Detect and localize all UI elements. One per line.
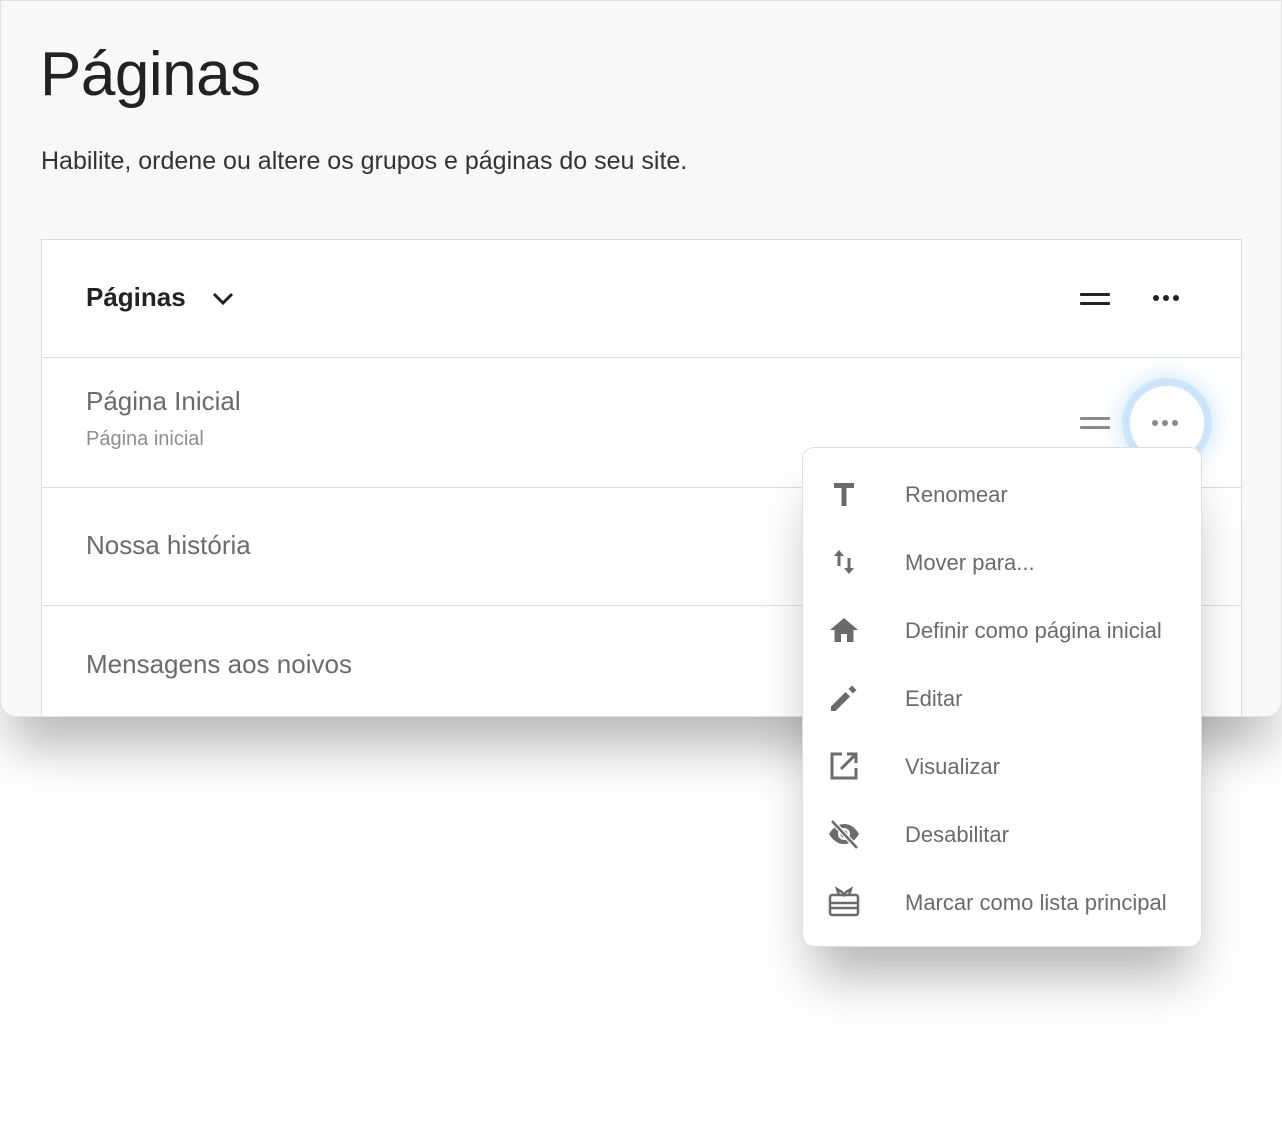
move-icon [834, 550, 854, 574]
text-icon [834, 483, 854, 506]
menu-item-label: Visualizar [905, 754, 1000, 779]
eye-off-icon [829, 819, 859, 850]
home-icon [830, 618, 858, 642]
menu-item-label: Editar [905, 686, 963, 711]
menu-item-mark-main-list[interactable]: Marcar como lista principal [803, 868, 1201, 936]
menu-item-label: Mover para... [905, 550, 1035, 575]
menu-item-edit[interactable]: Editar [803, 664, 1201, 732]
more-dots-icon [1152, 420, 1178, 426]
page-subtitle: Habilite, ordene ou altere os grupos e p… [41, 147, 688, 175]
open-external-icon [830, 752, 858, 780]
menu-item-label: Desabilitar [905, 822, 1009, 847]
menu-item-preview[interactable]: Visualizar [803, 732, 1201, 800]
menu-item-disable[interactable]: Desabilitar [803, 800, 1201, 868]
menu-item-set-home[interactable]: Definir como página inicial [803, 596, 1201, 664]
group-header[interactable]: Páginas [42, 240, 1241, 358]
list-item-title: Página Inicial [86, 386, 241, 416]
list-item-title: Mensagens aos noivos [86, 649, 352, 679]
pencil-icon [831, 685, 857, 711]
page-title: Páginas [40, 40, 261, 109]
gift-card-icon [828, 886, 860, 917]
list-item-title: Nossa história [86, 530, 251, 560]
list-item-subtitle: Página inicial [86, 428, 204, 450]
chevron-down-icon[interactable] [212, 292, 234, 306]
menu-item-move[interactable]: Mover para... [803, 528, 1201, 596]
row-drag-handle-icon[interactable] [1080, 417, 1110, 429]
group-drag-handle-icon[interactable] [1080, 293, 1110, 305]
menu-item-label: Marcar como lista principal [905, 890, 1167, 915]
group-more-icon[interactable] [1153, 295, 1179, 301]
group-title: Páginas [86, 282, 186, 312]
menu-item-label: Renomear [905, 482, 1008, 507]
menu-item-label: Definir como página inicial [905, 618, 1162, 643]
menu-item-rename[interactable]: Renomear [803, 460, 1201, 528]
context-menu: Renomear Mover para... Definir como pági… [802, 447, 1202, 947]
